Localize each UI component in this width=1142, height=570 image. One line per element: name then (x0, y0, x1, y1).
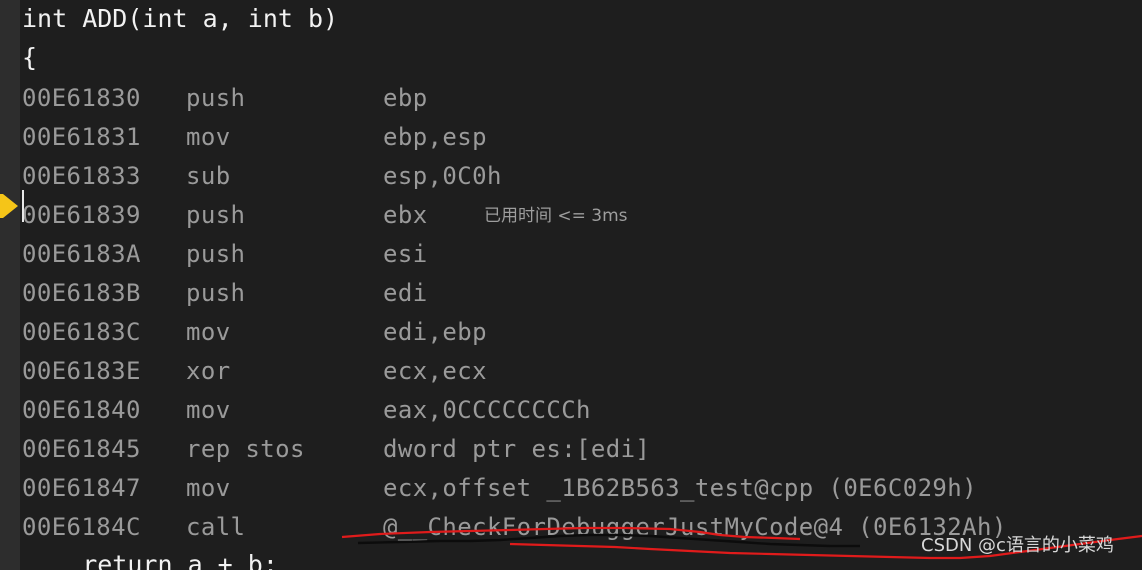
instruction-address: 00E61833 (22, 162, 141, 190)
instruction-mnemonic: push (186, 84, 246, 112)
disassembly-line[interactable]: 00E61840 mov eax,0CCCCCCCCh (0, 390, 1142, 429)
code-lines-container[interactable]: int ADD(int a, int b){00E61830 push ebp 00E… (0, 0, 1142, 570)
source-line-text: int ADD(int a, int b) (22, 4, 339, 33)
instruction-mnemonic: push (186, 279, 246, 307)
disassembly-line[interactable]: 00E6183B push edi (0, 273, 1142, 312)
instruction-mnemonic: mov (186, 396, 231, 424)
instruction-address: 00E61847 (22, 474, 141, 502)
disassembly-window: int ADD(int a, int b){00E61830 push ebp 00E… (0, 0, 1142, 570)
instruction-address: 00E61845 (22, 435, 141, 463)
instruction-mnemonic: mov (186, 318, 231, 346)
elapsed-time-hint: 已用时间 <= 3ms (484, 206, 628, 226)
disassembly-line[interactable]: 00E61833 sub esp,0C0h (0, 156, 1142, 195)
disassembly-line[interactable]: 00E61845 rep stos dword ptr es:[edi] (0, 429, 1142, 468)
instruction-operands: @__CheckForDebuggerJustMyCode@4 (0E6132A… (383, 513, 1007, 541)
instruction-operands: dword ptr es:[edi] (383, 435, 651, 463)
instruction-address: 00E6184C (22, 513, 141, 541)
instruction-operands: ebp,esp (383, 123, 487, 151)
instruction-operands: ecx,ecx (383, 357, 487, 385)
instruction-mnemonic: mov (186, 123, 231, 151)
disassembly-line[interactable]: 00E6183C mov edi,ebp (0, 312, 1142, 351)
instruction-operands: ebx (383, 201, 428, 229)
disassembly-line[interactable]: 00E6183A push esi (0, 234, 1142, 273)
instruction-address: 00E6183E (22, 357, 141, 385)
instruction-mnemonic: xor (186, 357, 231, 385)
instruction-address: 00E61831 (22, 123, 141, 151)
disassembly-line[interactable]: 00E61831 mov ebp,esp (0, 117, 1142, 156)
instruction-operands: esi (383, 240, 428, 268)
source-line-text: { (22, 43, 38, 72)
disassembly-line[interactable]: 00E61847 mov ecx,offset _1B62B563_test@cpp… (0, 468, 1142, 507)
disassembly-line[interactable]: 00E6183E xor ecx,ecx (0, 351, 1142, 390)
instruction-mnemonic: sub (186, 162, 231, 190)
csdn-watermark: CSDN @c语言的小菜鸡 (921, 535, 1114, 556)
source-code-line[interactable]: int ADD(int a, int b) (0, 0, 1142, 39)
source-line-text: return a + b; (22, 550, 278, 570)
text-caret (22, 190, 24, 222)
instruction-address: 00E61839 (22, 201, 141, 229)
instruction-mnemonic: call (186, 513, 246, 541)
instruction-address: 00E6183C (22, 318, 141, 346)
instruction-mnemonic: push (186, 201, 246, 229)
source-code-line[interactable]: { (0, 39, 1142, 78)
instruction-address: 00E6183A (22, 240, 141, 268)
instruction-operands: ebp (383, 84, 428, 112)
instruction-operands: ecx,offset _1B62B563_test@cpp (0E6C029h) (383, 474, 977, 502)
instruction-operands: esp,0C0h (383, 162, 502, 190)
instruction-operands: edi (383, 279, 428, 307)
instruction-operands: edi,ebp (383, 318, 487, 346)
instruction-address: 00E6183B (22, 279, 141, 307)
instruction-mnemonic: rep stos (186, 435, 305, 463)
instruction-address: 00E61830 (22, 84, 141, 112)
instruction-mnemonic: push (186, 240, 246, 268)
disassembly-line[interactable]: 00E61839 push ebx 已用时间 <= 3ms (0, 195, 1142, 234)
disassembly-line[interactable]: 00E61830 push ebp (0, 78, 1142, 117)
instruction-mnemonic: mov (186, 474, 231, 502)
instruction-address: 00E61840 (22, 396, 141, 424)
execution-pointer-arrow-icon[interactable] (0, 193, 19, 219)
instruction-operands: eax,0CCCCCCCCh (383, 396, 591, 424)
